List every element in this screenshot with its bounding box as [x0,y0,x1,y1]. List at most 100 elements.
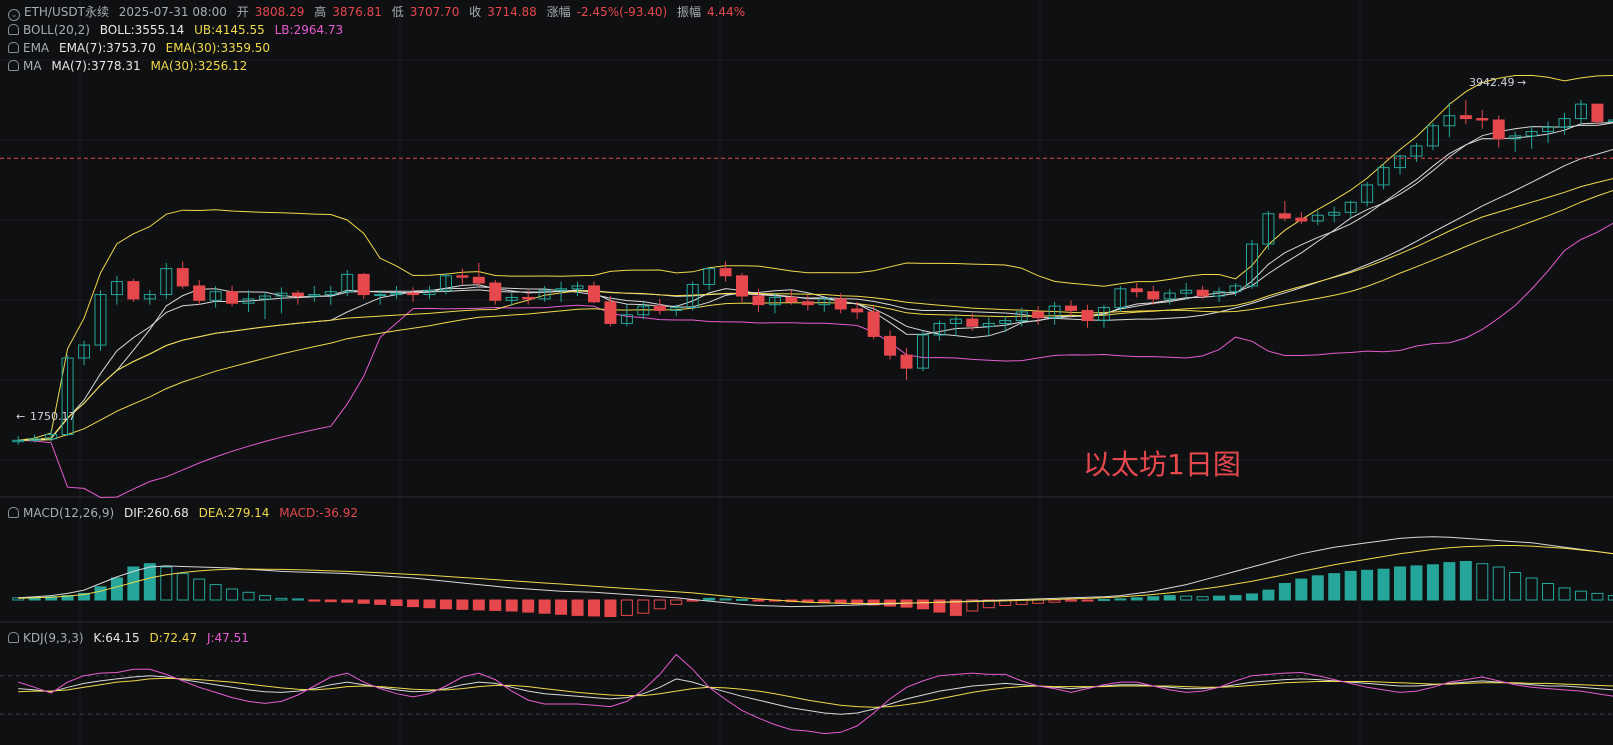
candle-body [736,275,749,297]
macd-bar [522,599,535,613]
macd-bar [1278,583,1291,601]
macd-bar [324,599,337,603]
candle [258,291,271,320]
macd-bar [143,563,156,601]
macd-bar [1525,577,1538,601]
candle [604,296,617,327]
low-marker-arrow: ← [16,410,25,423]
candle-body [357,273,370,296]
candle-body [752,295,765,306]
candle [176,261,189,289]
macd-bar [242,591,255,601]
candle-body [472,276,485,284]
bell-icon[interactable] [8,60,19,71]
macd-bar [341,599,354,603]
candle [489,280,502,305]
macd-bar [1048,599,1061,603]
ema-legend: EMA EMA(7):3753.70 EMA(30):3359.50 [8,40,276,56]
high-value: 3876.81 [332,5,382,19]
candle [1426,122,1439,151]
kdj-pane[interactable] [0,653,1613,735]
macd-bar [308,599,321,602]
macd-pane[interactable] [12,536,1613,617]
candle-body [1459,115,1472,120]
ma7-value: MA(7):3778.31 [51,59,141,73]
candle [1509,131,1522,152]
j-value: J:47.51 [206,631,249,645]
candle [703,267,716,291]
candle-body [1065,305,1078,311]
macd-bar [1213,595,1226,601]
candle [719,261,732,282]
macd-bar [1065,599,1078,602]
candle-body [801,301,814,306]
boll-value: BOLL:3555.14 [99,23,185,37]
macd-bar [226,588,239,601]
candle [1344,200,1357,219]
change-value: -2.45%(-93.40) [576,5,668,19]
candle [1394,154,1407,175]
boll-legend: BOLL(20,2) BOLL:3555.14 UB:4145.55 LB:29… [8,22,349,38]
macd-bar [1295,578,1308,601]
candle [94,290,107,351]
ma7-line [18,122,1613,441]
candle [884,330,897,360]
macd-bar [390,599,403,606]
ub-value: UB:4145.55 [194,23,265,37]
open-label: 开 [236,5,249,19]
candle [193,280,206,305]
dea-line [18,545,1613,604]
candle-body [522,296,535,300]
candle-body [226,291,239,304]
low-label: 低 [391,5,404,19]
high-marker-label: 3942.49 [1469,76,1515,89]
macd-bar [1410,565,1423,601]
chevron-down-icon[interactable]: ⌄ [8,9,20,21]
macd-bar [1377,568,1390,601]
candle-body [489,282,502,301]
ma30-line [18,189,1613,441]
macd-bar [489,599,502,611]
candle [1525,125,1538,149]
bell-icon[interactable] [8,632,19,643]
candle [801,294,814,311]
candle [587,281,600,304]
candle-body [604,301,617,324]
candle [12,435,25,445]
macd-bar [620,599,633,616]
macd-bar [1443,562,1456,601]
candle-body [785,296,798,303]
candle-body [1032,311,1045,319]
macd-bar [1509,572,1522,601]
candle [357,272,370,299]
macd-bar [719,598,732,601]
price-pane[interactable] [0,74,1613,499]
macd-bar [1361,569,1374,601]
candle-body [1081,309,1094,322]
high-label: 高 [314,5,327,19]
candle-body [1295,217,1308,222]
bell-icon[interactable] [8,507,19,518]
macd-bar [1558,587,1571,601]
macd-bar [1426,564,1439,601]
candle-body [1607,119,1613,122]
boll-lower-band [18,222,1613,499]
candle-body [127,281,140,300]
macd-bar [505,599,518,612]
candle-body [193,285,206,301]
kdj-name: KDJ(9,3,3) [23,631,84,645]
macd-bar [916,599,929,610]
candle [472,262,485,286]
bell-icon[interactable] [8,24,19,35]
candle [456,268,469,285]
macd-bar [160,566,173,601]
amp-value: 4.44% [706,5,746,19]
price-labels: 3942.49 → ← 1750.17 [16,76,1526,423]
candle [1361,182,1374,207]
close-value: 3714.88 [487,5,537,19]
macd-bar [703,597,716,601]
bell-icon[interactable] [8,42,19,53]
macd-bar [637,599,650,614]
candle-body [900,354,913,369]
macd-bar [555,599,568,615]
